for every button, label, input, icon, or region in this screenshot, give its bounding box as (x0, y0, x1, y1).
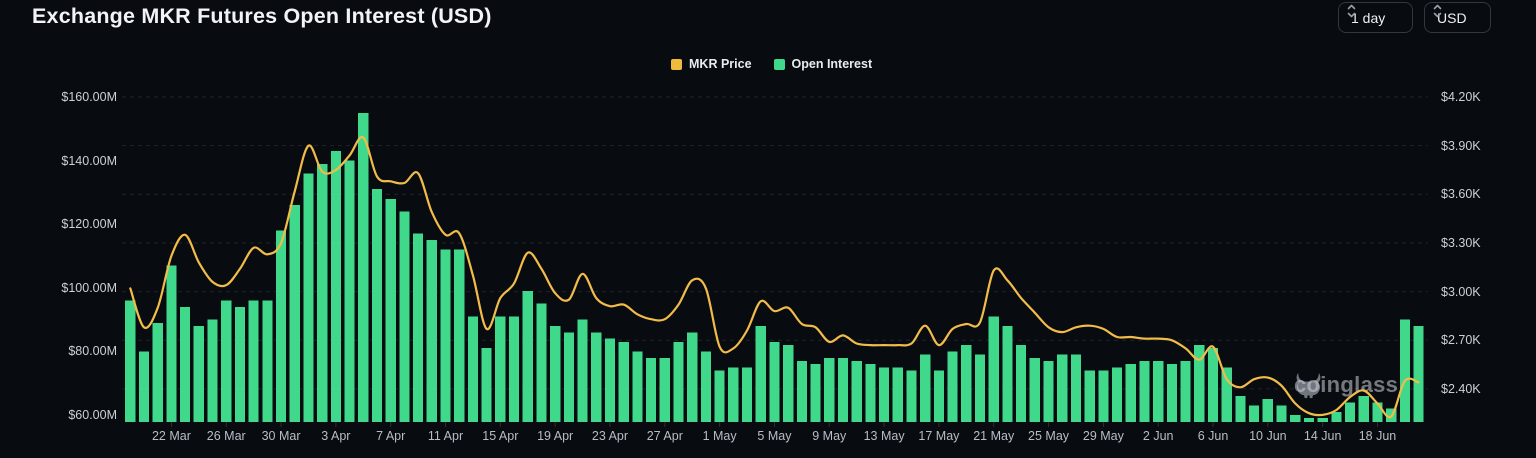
open-interest-bar[interactable] (194, 326, 204, 422)
open-interest-bar[interactable] (893, 367, 903, 422)
open-interest-bar[interactable] (769, 342, 779, 422)
open-interest-bar[interactable] (523, 291, 533, 422)
open-interest-bar[interactable] (1318, 418, 1328, 422)
open-interest-bar[interactable] (715, 371, 725, 423)
open-interest-bar[interactable] (742, 367, 752, 422)
open-interest-bar[interactable] (454, 250, 464, 422)
open-interest-bar[interactable] (1139, 361, 1149, 422)
open-interest-bar[interactable] (276, 231, 286, 422)
open-interest-bar[interactable] (1153, 361, 1163, 422)
open-interest-bar[interactable] (482, 348, 492, 422)
open-interest-bar[interactable] (1126, 364, 1136, 422)
open-interest-bar[interactable] (811, 364, 821, 422)
chart-plot-area[interactable] (0, 0, 1536, 458)
open-interest-bar[interactable] (509, 316, 519, 422)
open-interest-bar[interactable] (468, 316, 478, 422)
open-interest-bar[interactable] (1276, 406, 1286, 423)
open-interest-bar[interactable] (687, 332, 697, 422)
open-interest-bar[interactable] (1331, 412, 1341, 422)
open-interest-bar[interactable] (797, 361, 807, 422)
open-interest-bar[interactable] (961, 345, 971, 422)
open-interest-bar[interactable] (399, 212, 409, 423)
open-interest-bar[interactable] (783, 345, 793, 422)
open-interest-bar[interactable] (564, 332, 574, 422)
open-interest-bar[interactable] (1414, 326, 1424, 422)
open-interest-bar[interactable] (728, 367, 738, 422)
open-interest-bar[interactable] (413, 234, 423, 422)
open-interest-bar[interactable] (1085, 371, 1095, 423)
open-interest-bar[interactable] (249, 301, 259, 423)
open-interest-bar[interactable] (153, 323, 163, 422)
open-interest-bar[interactable] (536, 304, 546, 422)
open-interest-bar[interactable] (1057, 355, 1067, 422)
open-interest-bar[interactable] (125, 301, 135, 423)
open-interest-bar[interactable] (660, 358, 670, 422)
open-interest-bar[interactable] (701, 351, 711, 422)
open-interest-bar[interactable] (166, 266, 176, 423)
open-interest-bar[interactable] (934, 371, 944, 423)
chart-panel: Exchange MKR Futures Open Interest (USD)… (0, 0, 1536, 458)
open-interest-bar[interactable] (317, 164, 327, 422)
open-interest-bar[interactable] (879, 367, 889, 422)
open-interest-bar[interactable] (1249, 406, 1259, 423)
open-interest-bar[interactable] (1016, 345, 1026, 422)
open-interest-bar[interactable] (1167, 364, 1177, 422)
open-interest-bar[interactable] (1222, 367, 1232, 422)
open-interest-bar[interactable] (1002, 326, 1012, 422)
open-interest-bar[interactable] (1044, 361, 1054, 422)
open-interest-bar[interactable] (756, 326, 766, 422)
open-interest-bar[interactable] (824, 358, 834, 422)
open-interest-bar[interactable] (673, 342, 683, 422)
open-interest-bar[interactable] (1208, 348, 1218, 422)
open-interest-bar[interactable] (372, 189, 382, 422)
open-interest-bar[interactable] (180, 307, 190, 422)
open-interest-bar[interactable] (139, 351, 149, 422)
open-interest-bar[interactable] (303, 173, 313, 422)
open-interest-bar[interactable] (1235, 396, 1245, 422)
open-interest-bar[interactable] (221, 301, 231, 423)
open-interest-bar[interactable] (358, 113, 368, 422)
open-interest-bar[interactable] (207, 320, 217, 422)
open-interest-bar[interactable] (331, 151, 341, 422)
open-interest-bar[interactable] (1386, 409, 1396, 422)
open-interest-bar[interactable] (1181, 361, 1191, 422)
open-interest-bar[interactable] (578, 320, 588, 422)
open-interest-bar[interactable] (1359, 396, 1369, 422)
open-interest-bar[interactable] (440, 250, 450, 422)
open-interest-bar[interactable] (262, 301, 272, 423)
open-interest-bar[interactable] (1290, 415, 1300, 422)
open-interest-bar[interactable] (591, 332, 601, 422)
open-interest-bar[interactable] (1098, 371, 1108, 423)
open-interest-bar[interactable] (345, 161, 355, 422)
open-interest-bar[interactable] (975, 355, 985, 422)
open-interest-bar[interactable] (550, 326, 560, 422)
open-interest-bar[interactable] (1030, 358, 1040, 422)
open-interest-bar[interactable] (632, 351, 642, 422)
open-interest-bar[interactable] (646, 358, 656, 422)
open-interest-bar[interactable] (865, 364, 875, 422)
open-interest-bar[interactable] (1400, 320, 1410, 422)
open-interest-bar[interactable] (1112, 367, 1122, 422)
open-interest-bar[interactable] (605, 339, 615, 422)
open-interest-bar[interactable] (852, 361, 862, 422)
open-interest-bar[interactable] (906, 371, 916, 423)
open-interest-bar[interactable] (386, 199, 396, 422)
open-interest-bar[interactable] (948, 351, 958, 422)
open-interest-bar[interactable] (920, 355, 930, 422)
open-interest-bar[interactable] (495, 316, 505, 422)
open-interest-bar[interactable] (1194, 345, 1204, 422)
open-interest-bar[interactable] (1304, 418, 1314, 422)
open-interest-bar[interactable] (619, 342, 629, 422)
open-interest-bar[interactable] (1263, 399, 1273, 422)
open-interest-bar[interactable] (989, 316, 999, 422)
open-interest-bar[interactable] (1372, 402, 1382, 422)
open-interest-bar[interactable] (838, 358, 848, 422)
open-interest-bar[interactable] (427, 240, 437, 422)
open-interest-bar[interactable] (290, 205, 300, 422)
open-interest-bar[interactable] (1345, 402, 1355, 422)
open-interest-bar[interactable] (1071, 355, 1081, 422)
open-interest-bar[interactable] (235, 307, 245, 422)
